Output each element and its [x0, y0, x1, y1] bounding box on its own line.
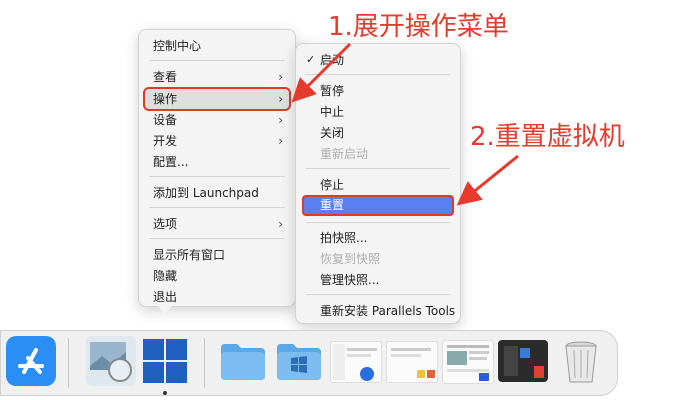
finder-window-thumbnail[interactable] [330, 341, 382, 383]
arrow-to-action [291, 42, 352, 103]
trash-glyph [565, 341, 597, 383]
windows-folder-glyph [277, 344, 321, 380]
folder-glyph [221, 344, 265, 380]
windows-logo-glyph [143, 339, 187, 383]
app-store-glyph [18, 348, 44, 374]
preview-icon[interactable] [86, 336, 136, 386]
window-thumbnail-glyph [391, 348, 435, 378]
window-thumbnail[interactable] [386, 341, 438, 383]
dock-separator [68, 338, 69, 388]
document-thumbnail-glyph [447, 345, 489, 381]
document-thumbnail[interactable] [442, 340, 494, 384]
app-store-icon[interactable] [6, 336, 56, 386]
dock-separator [204, 338, 205, 388]
windows-folder-icon[interactable] [274, 336, 324, 386]
arrow-to-reset [456, 154, 519, 206]
folder-icon[interactable] [218, 336, 268, 386]
preview-glyph [90, 342, 132, 382]
trash-icon[interactable] [556, 336, 606, 386]
app-thumbnail-glyph [504, 346, 544, 378]
app-thumbnail[interactable] [498, 340, 548, 382]
windows-vm-icon[interactable] [140, 336, 190, 386]
running-indicator [163, 391, 167, 395]
window-thumbnail-glyph [333, 344, 377, 381]
